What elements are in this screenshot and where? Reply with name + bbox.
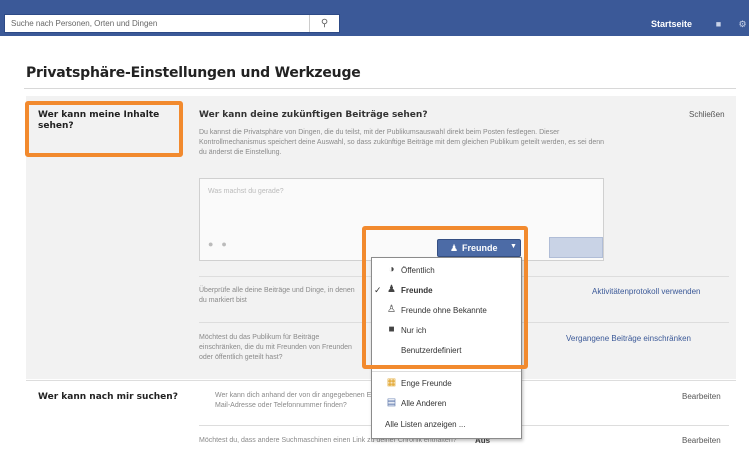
close-link[interactable]: Schließen (689, 110, 725, 119)
menu-item-all-others[interactable]: ▤ Alle Anderen (372, 395, 521, 414)
menu-item-close-friends[interactable]: ▦ Enge Freunde (372, 375, 521, 394)
search-icon[interactable]: ⚲ (309, 15, 339, 32)
lookup-description: Wer kann dich anhand der von dir angegeb… (215, 392, 374, 409)
menu-divider (372, 371, 521, 372)
menu-item-label: Enge Freunde (401, 379, 452, 388)
settings-gear-icon[interactable]: ⚙ (737, 19, 748, 30)
post-button[interactable] (549, 237, 603, 258)
limit-past-posts-description: Möchtest du das Publikum für Beiträge ei… (199, 334, 352, 361)
page-title: Privatsphäre-Einstellungen und Werkzeuge (26, 65, 361, 81)
menu-item-show-all-lists[interactable]: Alle Listen anzeigen ... (372, 416, 521, 435)
composer-placeholder: Was machst du gerade? (208, 188, 284, 195)
edit-search-engine-link[interactable]: Bearbeiten (682, 436, 721, 445)
activity-log-link[interactable]: Aktivitätenprotokoll verwenden (592, 287, 701, 296)
composer-attach-icons[interactable]: ●● (208, 239, 235, 249)
question-future-posts: Wer kann deine zukünftigen Beiträge sehe… (199, 110, 428, 120)
highlight-box (25, 101, 183, 157)
menu-item-label: Alle Anderen (401, 399, 447, 408)
list-icon: ▤ (386, 397, 397, 408)
future-posts-description: Du kannst die Privatsphäre von Dingen, d… (199, 129, 605, 156)
top-navigation-bar: Suche nach Personen, Orten und Dingen ⚲ … (0, 0, 749, 36)
menu-item-label: Alle Listen anzeigen ... (385, 420, 466, 429)
friend-requests-icon[interactable]: ■ (713, 19, 724, 30)
section-label-search: Wer kann nach mir suchen? (38, 392, 178, 402)
highlight-box (362, 226, 528, 369)
search-placeholder: Suche nach Personen, Orten und Dingen (11, 19, 158, 28)
edit-lookup-link[interactable]: Bearbeiten (682, 392, 721, 401)
divider (24, 88, 736, 89)
search-input[interactable]: Suche nach Personen, Orten und Dingen ⚲ (4, 14, 340, 33)
limit-past-posts-link[interactable]: Vergangene Beiträge einschränken (566, 334, 691, 343)
home-link[interactable]: Startseite (651, 19, 692, 29)
star-list-icon: ▦ (386, 377, 397, 388)
activity-log-description: Überprüfe alle deine Beiträge und Dinge,… (199, 287, 355, 304)
